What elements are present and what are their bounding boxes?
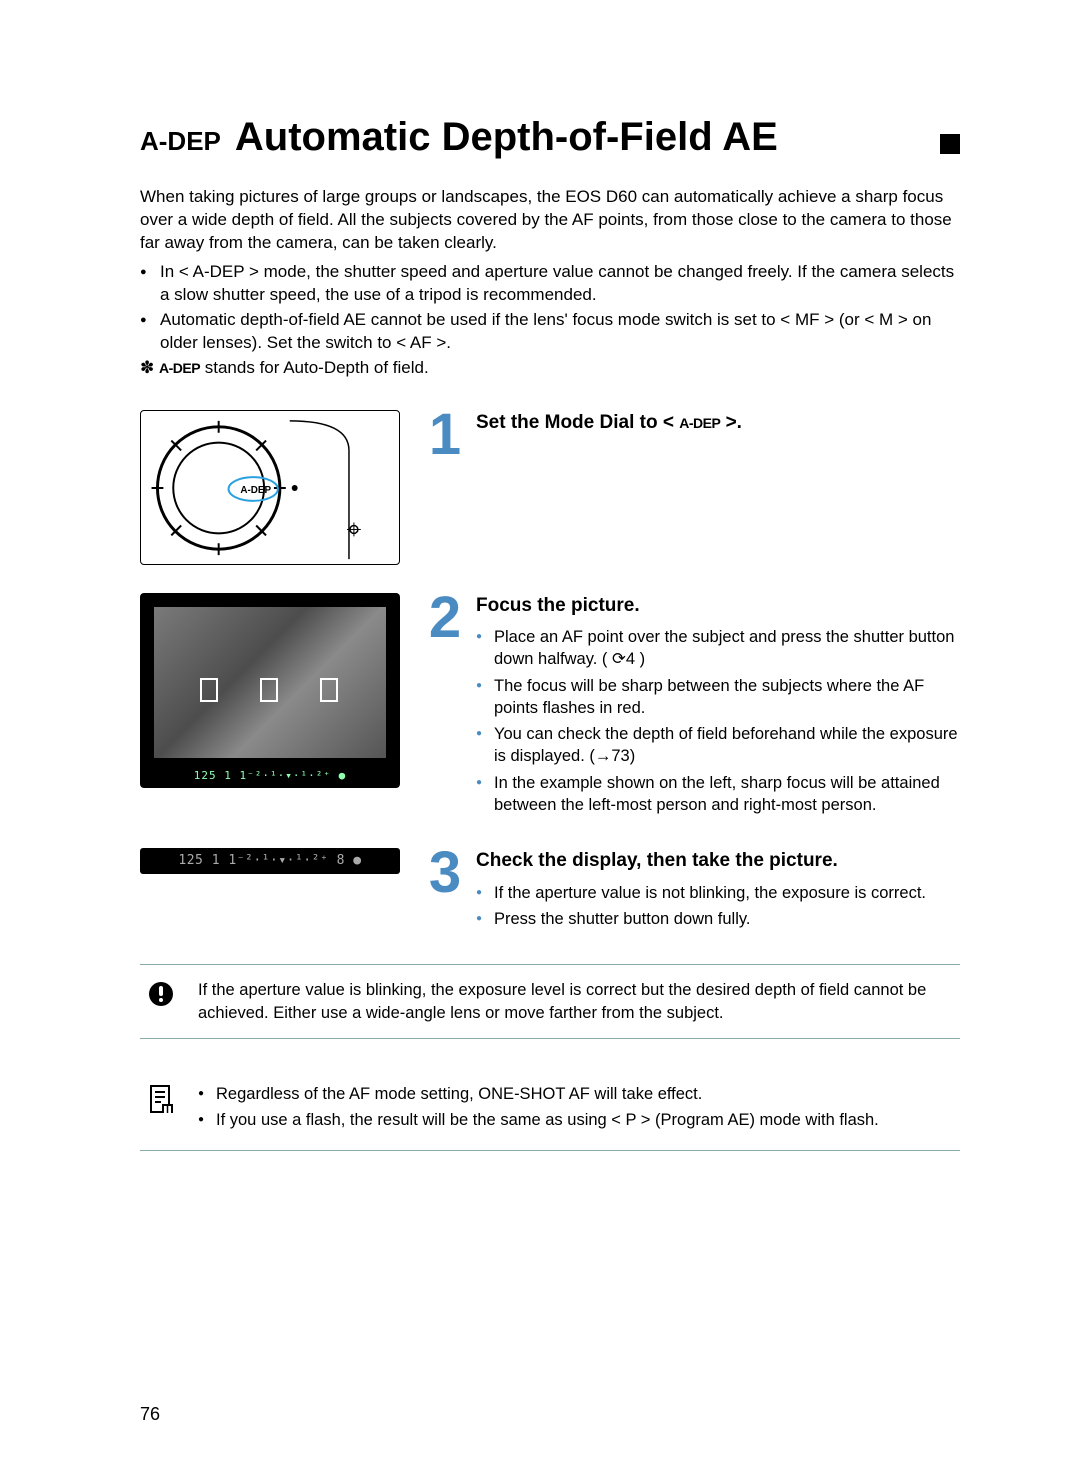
section-marker-icon bbox=[940, 134, 960, 154]
mode-dial-figure: A-DEP bbox=[140, 410, 400, 565]
page-title: Automatic Depth-of-Field AE bbox=[235, 110, 914, 164]
step-title: Set the Mode Dial to < A-DEP >. bbox=[476, 410, 742, 436]
intro-paragraph: When taking pictures of large groups or … bbox=[140, 186, 960, 255]
af-point-icon bbox=[260, 678, 278, 702]
step-bullet: Place an AF point over the subject and p… bbox=[476, 626, 960, 671]
info-bullet: If you use a flash, the result will be t… bbox=[198, 1109, 956, 1131]
intro-bullet: Automatic depth-of-field AE cannot be us… bbox=[140, 309, 960, 355]
manual-page: A-DEP Automatic Depth-of-Field AE When t… bbox=[0, 0, 1080, 1476]
warning-text: If the aperture value is blinking, the e… bbox=[198, 979, 956, 1024]
step-2: 125 1 1⁻²·¹·▾·¹·²⁺ ● 2 Focus the picture… bbox=[140, 593, 960, 821]
adep-mode-icon: A-DEP bbox=[140, 124, 221, 159]
mode-dial-icon: A-DEP bbox=[141, 411, 399, 564]
step-bullet: You can check the depth of field beforeh… bbox=[476, 723, 960, 768]
lcd-readout: 125 1 1⁻²·¹·▾·¹·²⁺ 8 ● bbox=[140, 848, 400, 874]
step-1: A-DEP 1 Set the Mode Dial to < A-DEP >. bbox=[140, 410, 960, 565]
step-bullet: The focus will be sharp between the subj… bbox=[476, 675, 960, 720]
step-title: Focus the picture. bbox=[476, 593, 960, 619]
page-heading: A-DEP Automatic Depth-of-Field AE bbox=[140, 110, 960, 164]
note-page-icon bbox=[144, 1083, 178, 1136]
warning-note: If the aperture value is blinking, the e… bbox=[140, 964, 960, 1039]
af-point-icon bbox=[200, 678, 218, 702]
intro-block: When taking pictures of large groups or … bbox=[140, 186, 960, 380]
step-number: 2 bbox=[424, 593, 466, 821]
steps-section: A-DEP 1 Set the Mode Dial to < A-DEP >. bbox=[140, 410, 960, 935]
lcd-panel-figure: 125 1 1⁻²·¹·▾·¹·²⁺ 8 ● bbox=[140, 848, 400, 934]
step-bullet: If the aperture value is not blinking, t… bbox=[476, 882, 926, 904]
step-number: 1 bbox=[424, 410, 466, 565]
viewfinder-readout: 125 1 1⁻²·¹·▾·¹·²⁺ ● bbox=[140, 769, 400, 784]
warning-icon bbox=[144, 979, 178, 1024]
viewfinder-figure: 125 1 1⁻²·¹·▾·¹·²⁺ ● bbox=[140, 593, 400, 821]
step-3: 125 1 1⁻²·¹·▾·¹·²⁺ 8 ● 3 Check the displ… bbox=[140, 848, 960, 934]
step-title: Check the display, then take the picture… bbox=[476, 848, 926, 874]
info-note: Regardless of the AF mode setting, ONE-S… bbox=[140, 1069, 960, 1151]
adep-inline-icon: A-DEP bbox=[159, 360, 200, 376]
intro-bullet: In < A-DEP > mode, the shutter speed and… bbox=[140, 261, 960, 307]
adep-inline-icon: A-DEP bbox=[679, 415, 720, 431]
intro-footnote: ✽ A-DEP stands for Auto-Depth of field. bbox=[140, 357, 960, 380]
step-bullet: Press the shutter button down fully. bbox=[476, 908, 926, 930]
step-bullet: In the example shown on the left, sharp … bbox=[476, 772, 960, 817]
info-bullet: Regardless of the AF mode setting, ONE-S… bbox=[198, 1083, 956, 1105]
af-point-icon bbox=[320, 678, 338, 702]
page-number: 76 bbox=[140, 1402, 160, 1426]
svg-text:A-DEP: A-DEP bbox=[240, 484, 271, 495]
step-number: 3 bbox=[424, 848, 466, 934]
